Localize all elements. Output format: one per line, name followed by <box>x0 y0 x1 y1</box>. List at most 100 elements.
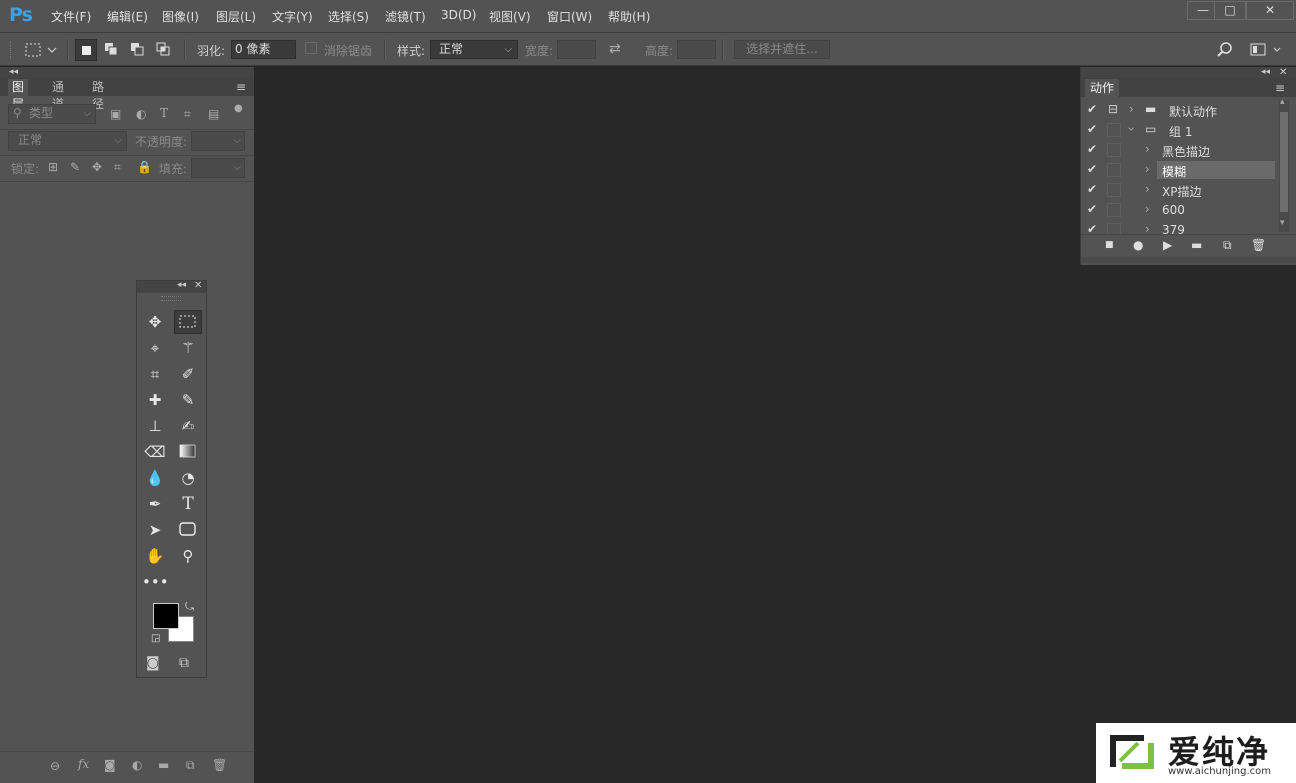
lock-image-brush-icon[interactable]: ✎ <box>70 160 80 174</box>
action-set-row[interactable]: ✔ › ▭ 组 1 <box>1081 120 1277 140</box>
zoom-tool-icon[interactable]: ⚲ <box>175 545 201 567</box>
style-select[interactable]: 正常 ⌵ <box>430 40 518 59</box>
panel-menu-icon[interactable]: ≡ <box>236 80 246 94</box>
dialog-toggle-icon[interactable]: ⊟ <box>1108 102 1118 116</box>
intersect-selection-button[interactable] <box>153 39 173 59</box>
dodge-tool-icon[interactable]: ◔ <box>175 467 201 489</box>
lasso-tool-icon[interactable]: ⌖ <box>142 337 168 359</box>
height-input[interactable] <box>677 40 716 59</box>
maximize-button[interactable]: □ <box>1214 1 1246 20</box>
lock-transparent-icon[interactable]: ⊞ <box>48 160 58 174</box>
blur-tool-icon[interactable]: 💧 <box>142 467 168 489</box>
menu-type[interactable]: 文字(Y) <box>272 8 313 25</box>
shape-filter-icon[interactable]: ⌗ <box>184 107 191 122</box>
scroll-up-icon[interactable]: ▴ <box>1280 97 1285 107</box>
menu-view[interactable]: 视图(V) <box>489 8 531 25</box>
check-icon[interactable]: ✔ <box>1087 142 1097 156</box>
lock-all-icon[interactable]: 🔒 <box>137 160 152 174</box>
screen-mode-icon[interactable]: ⧉ <box>179 655 189 671</box>
default-colors-icon[interactable]: ◲ <box>151 633 160 644</box>
dialog-toggle-box[interactable] <box>1107 223 1121 234</box>
action-set-row[interactable]: ✔ ⊟ › ▬ 默认动作 <box>1081 100 1277 120</box>
antialias-checkbox[interactable] <box>305 42 317 54</box>
new-layer-icon[interactable]: ⧉ <box>186 758 195 773</box>
clone-stamp-tool-icon[interactable]: ⊥ <box>142 415 168 437</box>
select-and-mask-button[interactable]: 选择并遮住... <box>734 40 830 59</box>
panel-menu-icon[interactable]: ≡ <box>1275 81 1285 95</box>
pen-tool-icon[interactable]: ✒ <box>142 493 168 515</box>
close-icon[interactable]: ✕ <box>194 280 202 291</box>
scrollbar[interactable]: ▴ ▾ <box>1279 97 1289 232</box>
check-icon[interactable]: ✔ <box>1087 162 1097 176</box>
dialog-toggle-box[interactable] <box>1107 143 1121 157</box>
smart-object-filter-icon[interactable]: ▤ <box>208 107 219 121</box>
magic-wand-tool-icon[interactable]: ⚚ <box>175 337 201 359</box>
layer-filter-select[interactable]: ⚲ 类型 ⌵ <box>8 104 96 124</box>
marquee-preset-picker[interactable] <box>24 42 58 61</box>
brush-tool-icon[interactable]: ✎ <box>175 389 201 411</box>
more-tools-icon[interactable]: ••• <box>142 571 169 593</box>
crop-tool-icon[interactable]: ⌗ <box>142 363 168 385</box>
image-filter-icon[interactable]: ▣ <box>110 107 121 121</box>
tools-panel-header[interactable]: ◂◂ ✕ <box>137 280 206 293</box>
scroll-down-icon[interactable]: ▾ <box>1280 218 1285 228</box>
quick-mask-icon[interactable]: ◙ <box>146 655 160 671</box>
menu-help[interactable]: 帮助(H) <box>608 8 650 25</box>
opacity-input[interactable]: ⌵ <box>191 131 245 151</box>
workspace-switcher[interactable] <box>1250 42 1286 61</box>
check-icon[interactable]: ✔ <box>1087 102 1097 116</box>
type-filter-icon[interactable]: T <box>160 106 168 120</box>
chevron-down-icon[interactable]: › <box>1124 127 1138 132</box>
action-row[interactable]: ✔ › 黑色描边 <box>1081 140 1277 160</box>
check-icon[interactable]: ✔ <box>1087 202 1097 216</box>
new-adjustment-icon[interactable]: ◐ <box>132 758 142 772</box>
stop-icon[interactable]: ■ <box>1105 240 1114 250</box>
menu-edit[interactable]: 编辑(E) <box>107 8 148 25</box>
tab-actions[interactable]: 动作 <box>1085 79 1120 97</box>
new-set-folder-icon[interactable]: ▬ <box>1191 238 1202 252</box>
add-selection-button[interactable] <box>101 39 121 59</box>
menu-filter[interactable]: 滤镜(T) <box>385 8 426 25</box>
check-icon[interactable]: ✔ <box>1087 222 1097 234</box>
subtract-selection-button[interactable] <box>127 39 147 59</box>
menu-3d[interactable]: 3D(D) <box>441 8 476 22</box>
chevron-right-icon[interactable]: › <box>1145 222 1150 234</box>
chevron-right-icon[interactable]: › <box>1129 102 1134 116</box>
type-tool-icon[interactable]: T <box>175 493 201 515</box>
new-action-icon[interactable]: ⧉ <box>1223 238 1232 253</box>
lock-position-icon[interactable]: ✥ <box>92 160 102 174</box>
record-icon[interactable]: ● <box>1133 238 1143 252</box>
play-icon[interactable]: ▶ <box>1163 238 1172 252</box>
link-layers-icon[interactable]: ⊖ <box>50 759 60 773</box>
action-row[interactable]: ✔ › 379 <box>1081 220 1277 234</box>
menu-window[interactable]: 窗口(W) <box>547 8 592 25</box>
path-selection-tool-icon[interactable]: ➤ <box>142 519 168 541</box>
delete-action-icon[interactable]: 🗑 <box>1251 238 1266 252</box>
width-input[interactable] <box>557 40 596 59</box>
check-icon[interactable]: ✔ <box>1087 122 1097 136</box>
gradient-tool-icon[interactable] <box>174 441 200 463</box>
feather-input[interactable]: 0 像素 <box>231 40 296 59</box>
rounded-rect-tool-icon[interactable] <box>174 519 200 541</box>
blend-mode-select[interactable]: 正常 ⌵ <box>8 131 127 151</box>
swap-dimensions-icon[interactable]: ⇄ <box>609 41 621 57</box>
collapse-icon[interactable]: ◂◂ <box>1261 67 1270 77</box>
adjustment-filter-icon[interactable]: ◐ <box>136 107 146 121</box>
chevron-right-icon[interactable]: › <box>1145 162 1150 176</box>
check-icon[interactable]: ✔ <box>1087 182 1097 196</box>
delete-layer-icon[interactable]: 🗑 <box>212 758 227 772</box>
lock-artboard-icon[interactable]: ⌗ <box>114 160 121 175</box>
menu-select[interactable]: 选择(S) <box>328 8 369 25</box>
menu-file[interactable]: 文件(F) <box>51 8 91 25</box>
foreground-color-swatch[interactable] <box>153 603 179 629</box>
eraser-tool-icon[interactable]: ⌫ <box>142 441 168 463</box>
tab-channels[interactable]: 通道 <box>48 79 68 111</box>
filter-toggle-icon[interactable]: ● <box>234 103 243 114</box>
new-group-icon[interactable]: ▬ <box>158 758 169 772</box>
new-selection-button[interactable] <box>75 39 97 61</box>
chevron-right-icon[interactable]: › <box>1145 142 1150 156</box>
hand-tool-icon[interactable]: ✋ <box>142 545 168 567</box>
move-tool-icon[interactable]: ✥ <box>142 311 168 333</box>
collapse-icon[interactable]: ◂◂ <box>9 67 18 77</box>
search-button[interactable] <box>1216 41 1234 62</box>
